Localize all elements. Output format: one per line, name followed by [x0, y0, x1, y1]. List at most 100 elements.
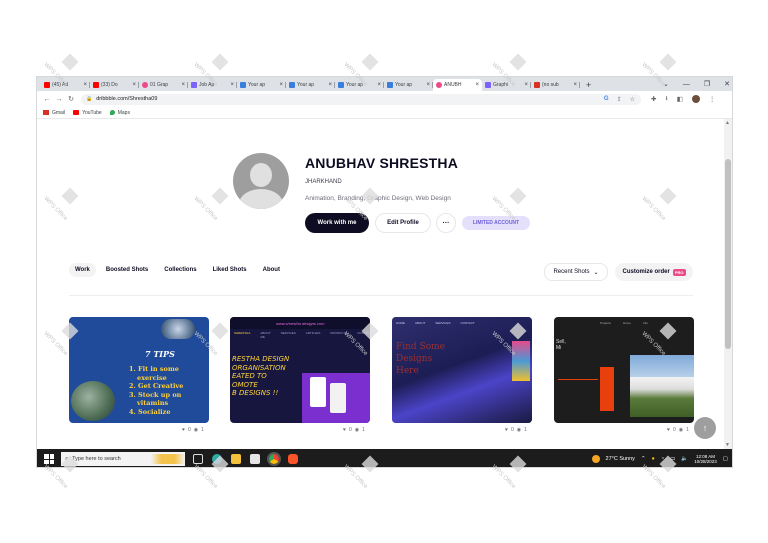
file-explorer-icon[interactable]	[231, 454, 241, 464]
browser-tab[interactable]: Job Ap ×	[188, 79, 237, 91]
browser-tab[interactable]: Your ap ×	[237, 79, 286, 91]
like-icon[interactable]: ♥	[667, 427, 670, 433]
volume-icon[interactable]: 🔈	[681, 456, 688, 462]
shot-thumbnail[interactable]: www.shrestha designs.com SHRESTHA ABOUT …	[230, 317, 370, 423]
bookmark-gmail[interactable]: Gmail	[43, 110, 65, 116]
battery-icon[interactable]: ▭	[670, 456, 675, 462]
tab-liked-shots[interactable]: Liked Shots	[207, 263, 253, 277]
customize-order-button[interactable]: Customize order PRO	[615, 263, 693, 281]
browser-tab[interactable]: 01 Grap ×	[139, 79, 188, 91]
weather-text[interactable]: 27°C Sunny	[606, 456, 635, 462]
close-icon[interactable]: ×	[132, 82, 136, 88]
close-icon[interactable]: ×	[230, 82, 234, 88]
gmail-icon	[534, 82, 540, 88]
extensions-icon[interactable]: ✚	[651, 95, 656, 103]
mail-icon[interactable]	[250, 454, 260, 464]
edit-profile-button[interactable]: Edit Profile	[375, 213, 431, 233]
edge-icon[interactable]	[212, 454, 222, 464]
close-icon[interactable]: ×	[181, 82, 185, 88]
minimize-button[interactable]: —	[683, 81, 690, 88]
tray-chevron-icon[interactable]: ⌃	[641, 456, 646, 462]
scroll-down-icon[interactable]: ▼	[725, 442, 730, 448]
address-bar[interactable]: 🔒 dribbble.com/Shrestha09 G ⇪ ☆	[81, 93, 641, 105]
tab-work[interactable]: Work	[69, 263, 96, 277]
recent-shots-dropdown[interactable]: Recent Shots ⌄	[544, 263, 608, 281]
profile-avatar[interactable]	[233, 153, 289, 209]
reload-icon[interactable]: ↻	[65, 95, 77, 103]
sidepanel-icon[interactable]: ◧	[677, 95, 683, 103]
notification-icon[interactable]: ▢	[723, 456, 728, 462]
watermark-logo	[61, 53, 79, 71]
norton-icon[interactable]: ●	[652, 456, 655, 462]
browser-tab[interactable]: Your ap ×	[286, 79, 335, 91]
shot-house-image	[630, 355, 694, 417]
shot-menu: Projects Home Info	[558, 321, 690, 325]
menu-icon[interactable]: ⋮	[709, 95, 716, 103]
tab-about[interactable]: About	[257, 263, 286, 277]
browser-tab-active[interactable]: ANUBH ×	[433, 79, 482, 91]
browser-tab[interactable]: (45) Ad ×	[41, 79, 90, 91]
limited-account-badge[interactable]: LIMITED ACCOUNT	[462, 216, 530, 230]
task-view-icon[interactable]	[193, 454, 203, 464]
browser-tab[interactable]: Your ap ×	[335, 79, 384, 91]
download-icon[interactable]: ⭳	[665, 94, 667, 105]
close-icon[interactable]: ×	[328, 82, 332, 88]
maximize-button[interactable]: ❐	[704, 80, 710, 88]
close-icon[interactable]: ×	[475, 82, 479, 88]
like-icon[interactable]: ♥	[343, 427, 346, 433]
browser-tab[interactable]: (no sub ×	[531, 79, 580, 91]
forward-icon[interactable]: →	[53, 96, 65, 103]
network-icon[interactable]: ◔	[661, 456, 664, 462]
close-icon[interactable]: ×	[83, 82, 87, 88]
lock-icon[interactable]: 🔒	[86, 96, 92, 102]
dribbble-icon	[142, 82, 148, 88]
scroll-to-top-button[interactable]: ↑	[694, 417, 716, 439]
recent-shots-label: Recent Shots	[553, 269, 590, 275]
windows-taskbar: ⌕ Type here to search 27°C Sunny ⌃ ● ◔ ▭…	[37, 449, 732, 467]
browser-tab[interactable]: Graphi ×	[482, 79, 531, 91]
taskbar-search[interactable]: ⌕ Type here to search	[61, 452, 185, 466]
tab-collections[interactable]: Collections	[158, 263, 202, 277]
shot-line: 4. Socialize	[129, 407, 171, 416]
like-icon[interactable]: ♥	[182, 427, 185, 433]
clock[interactable]: 12:08 AM 10/28/2023	[694, 454, 717, 465]
shot-text: Find Some Designs Here	[396, 341, 445, 377]
close-icon[interactable]: ×	[426, 82, 430, 88]
app-icon	[485, 82, 491, 88]
document-icon	[387, 82, 393, 88]
google-icon[interactable]: G	[604, 96, 609, 103]
star-icon[interactable]: ☆	[630, 96, 635, 103]
bookmark-maps[interactable]: Maps	[109, 110, 130, 116]
bookmark-youtube[interactable]: YouTube	[73, 110, 102, 116]
scrollbar-thumb[interactable]	[725, 159, 731, 349]
close-icon[interactable]: ×	[573, 82, 577, 88]
document-icon	[289, 82, 295, 88]
browser-tab[interactable]: (33) Do ×	[90, 79, 139, 91]
shot-thumbnail[interactable]: Projects Home Info Sell, Mi	[554, 317, 694, 423]
close-window-button[interactable]: ✕	[724, 80, 730, 88]
like-icon[interactable]: ♥	[505, 427, 508, 433]
page-scrollbar[interactable]: ▲ ▼	[724, 119, 732, 449]
close-icon[interactable]: ×	[377, 82, 381, 88]
shot-menu: SHRESTHA ABOUT ME SERVICES ARTICLES PROD…	[234, 331, 370, 339]
like-count: 0	[672, 427, 676, 433]
tab-search-icon[interactable]: ⌄	[663, 80, 669, 88]
tab-boosted-shots[interactable]: Boosted Shots	[100, 263, 154, 277]
windows-start-icon[interactable]	[41, 451, 57, 467]
close-icon[interactable]: ×	[524, 82, 528, 88]
brave-icon[interactable]	[288, 454, 298, 464]
profile-avatar-icon[interactable]	[691, 95, 700, 103]
close-icon[interactable]: ×	[279, 82, 283, 88]
back-icon[interactable]: ←	[41, 96, 53, 103]
work-with-me-button[interactable]: Work with me	[305, 213, 369, 233]
more-options-button[interactable]: ···	[436, 213, 456, 233]
chrome-icon[interactable]	[269, 454, 279, 464]
shot-line: B DESIGNS !!	[232, 389, 279, 397]
share-icon[interactable]: ⇪	[617, 96, 622, 103]
browser-tab[interactable]: Your ap ×	[384, 79, 433, 91]
shot-thumbnail[interactable]: 7 TIPS 1. Fit in some exercise 2. Get Cr…	[69, 317, 209, 423]
weather-sun-icon[interactable]	[591, 455, 600, 463]
scroll-up-icon[interactable]: ▲	[725, 120, 730, 126]
shot-thumbnail[interactable]: HOME ABOUT SERVICES CONTACT Find Some De…	[392, 317, 532, 423]
new-tab-button[interactable]: +	[586, 79, 591, 91]
